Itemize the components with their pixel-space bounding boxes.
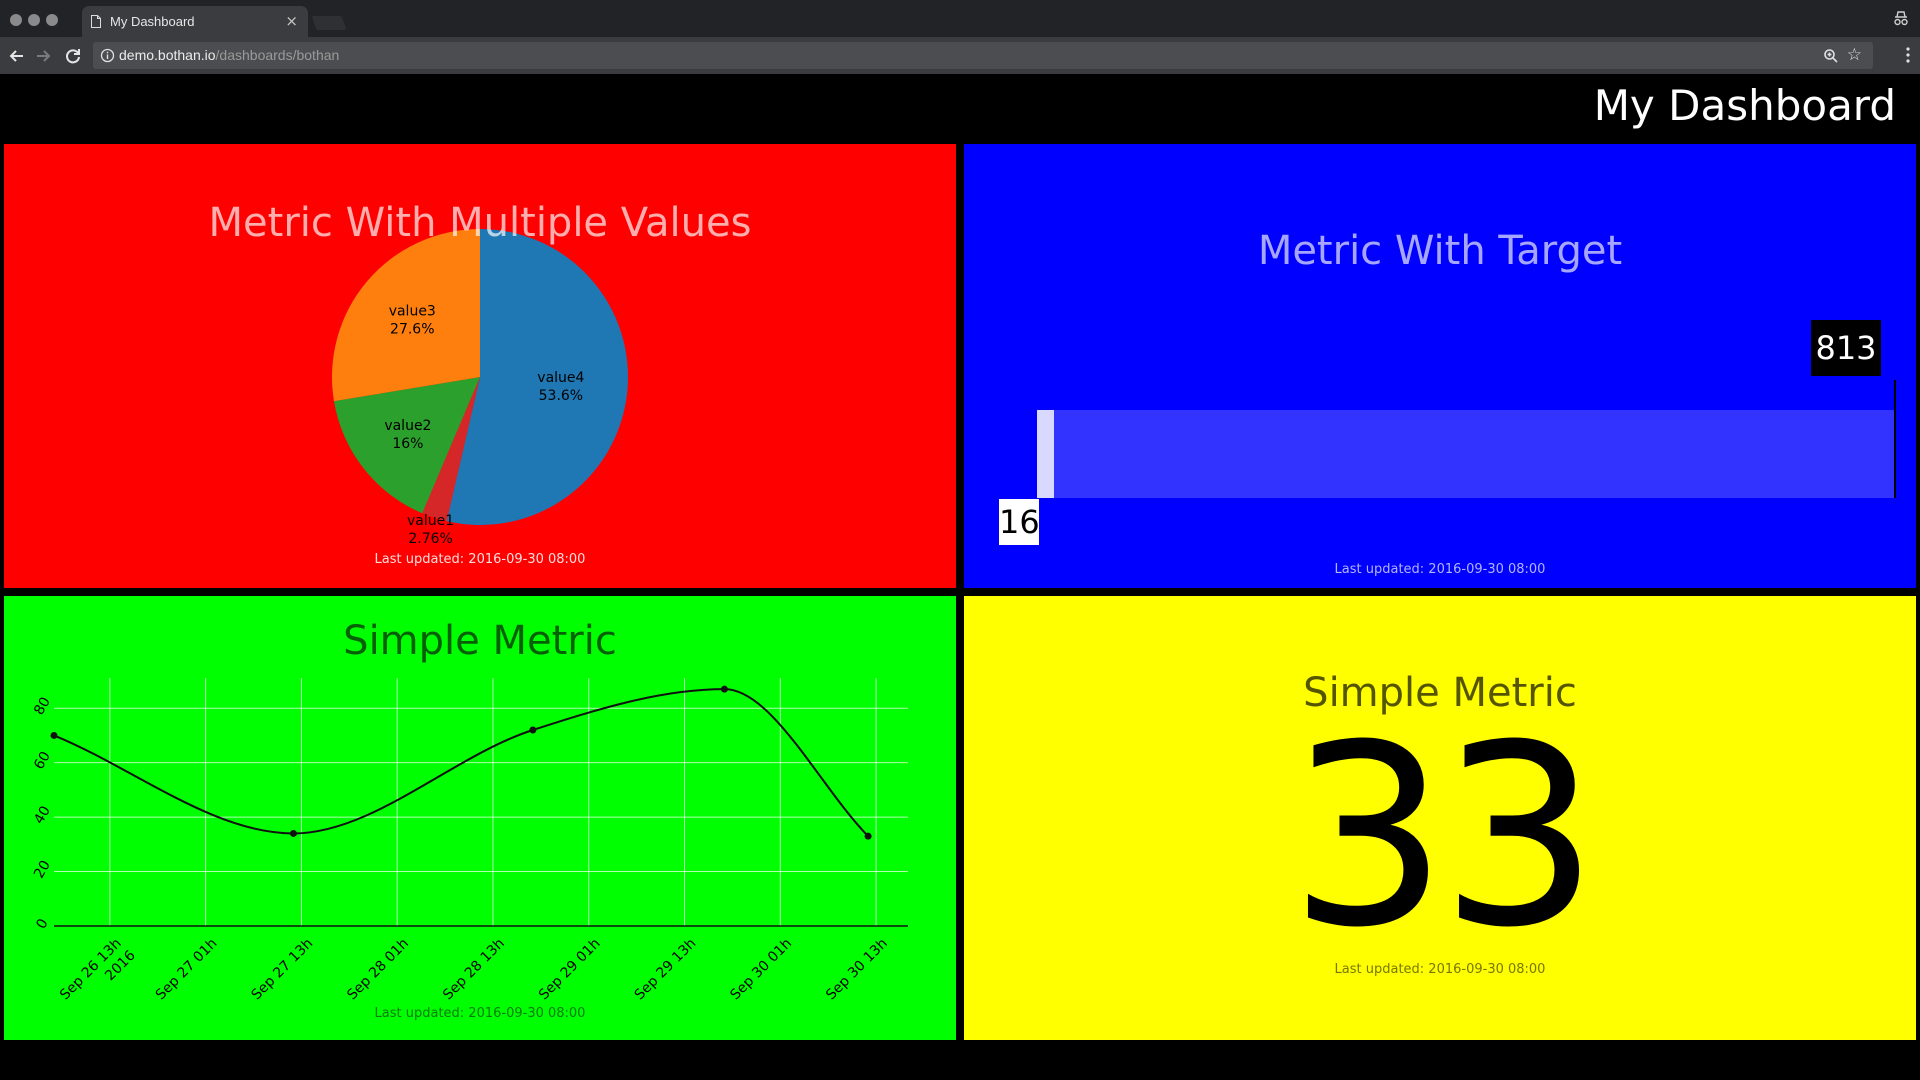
y-tick-label: 20	[31, 858, 54, 881]
y-tick-label: 60	[31, 749, 54, 772]
pie-label-percent: 27.6%	[390, 322, 434, 338]
x-tick-label: Sep 29 13h	[632, 936, 700, 1004]
x-tick-label: Sep 27 13h	[249, 936, 317, 1004]
pie-label-name: value1	[407, 513, 454, 529]
info-icon[interactable]	[100, 48, 115, 63]
window-zoom-button[interactable]	[46, 14, 58, 26]
y-tick-label: 80	[31, 695, 54, 718]
x-tick-label: Sep 27 01h	[153, 936, 221, 1004]
panel-title: Metric With Multiple Values	[208, 200, 752, 246]
pie-label-percent: 16%	[392, 436, 423, 452]
incognito-icon	[1894, 11, 1908, 26]
x-tick-label: Sep 28 01h	[344, 936, 412, 1004]
pie-label-name: value4	[537, 370, 584, 386]
y-tick-label: 0	[33, 916, 51, 932]
pie-label-name: value3	[389, 304, 436, 320]
bookmark-star-icon[interactable]: ☆	[1847, 46, 1862, 64]
window-minimize-button[interactable]	[28, 14, 40, 26]
data-point[interactable]	[720, 685, 728, 693]
panel-simple-metric-chart: 0 20 40 60 80 Sep 26 13h 2016 Sep 27 01h Sep 27 …	[4, 596, 956, 1040]
browser-tab[interactable]: My Dashboard ×	[82, 6, 308, 37]
pie-label-name: value2	[384, 418, 431, 434]
reload-icon[interactable]	[62, 45, 84, 67]
menu-icon[interactable]	[1906, 46, 1910, 64]
pie-label-percent: 2.76%	[408, 531, 452, 547]
target-bar-fill	[1037, 410, 1054, 498]
new-tab-button[interactable]	[311, 16, 347, 30]
url-text[interactable]: demo.bothan.io/dashboards/bothan	[119, 47, 339, 63]
url-host: demo.bothan.io	[119, 47, 216, 63]
target-bar-track	[1037, 410, 1895, 498]
panel-multiple-values: value4 53.6% value1 2.76% value2 16% value3 27.…	[4, 144, 956, 588]
panel-title: Metric With Target	[1257, 228, 1623, 274]
target-value-label: 813	[1811, 320, 1881, 376]
url-path: /dashboards/bothan	[215, 47, 340, 63]
tab-title: My Dashboard	[110, 14, 195, 29]
x-tick-label: Sep 30 13h	[823, 936, 891, 1004]
x-tick-label: Sep 30 01h	[727, 936, 795, 1004]
address-bar[interactable]: demo.bothan.io/dashboards/bothan ☆	[93, 42, 1873, 69]
x-tick-label: Sep 29 01h	[536, 936, 604, 1004]
y-tick-label: 40	[31, 803, 54, 826]
data-point[interactable]	[289, 829, 297, 837]
zoom-icon[interactable]	[1823, 48, 1839, 64]
browser-tab-bar: My Dashboard ×	[0, 0, 1920, 37]
last-updated: Last updated: 2016-09-30 08:00	[374, 552, 586, 567]
data-point[interactable]	[529, 726, 537, 734]
target-marker	[1894, 380, 1896, 498]
window-close-button[interactable]	[10, 14, 22, 26]
tab-close-icon[interactable]: ×	[285, 12, 298, 30]
data-point[interactable]	[864, 832, 872, 840]
panel-metric-target: Metric With Target 813 16 Last updated: …	[964, 144, 1916, 588]
back-icon[interactable]	[6, 45, 28, 67]
pie-label-percent: 53.6%	[539, 388, 583, 404]
browser-toolbar: demo.bothan.io/dashboards/bothan ☆	[0, 37, 1920, 74]
dashboard-title: My Dashboard	[1593, 81, 1896, 130]
last-updated: Last updated: 2016-09-30 08:00	[1334, 562, 1546, 577]
metric-value: 33	[1288, 691, 1599, 982]
last-updated: Last updated: 2016-09-30 08:00	[374, 1006, 586, 1021]
data-point[interactable]	[50, 731, 58, 739]
last-updated: Last updated: 2016-09-30 08:00	[1334, 962, 1546, 977]
current-value-label: 16	[999, 499, 1040, 545]
forward-icon[interactable]	[32, 45, 54, 67]
page-icon	[91, 15, 101, 28]
panel-title: Simple Metric	[343, 618, 617, 664]
panel-simple-metric-number: Simple Metric 33 Last updated: 2016-09-3…	[964, 596, 1916, 1040]
x-tick-label: Sep 28 13h	[440, 936, 508, 1004]
